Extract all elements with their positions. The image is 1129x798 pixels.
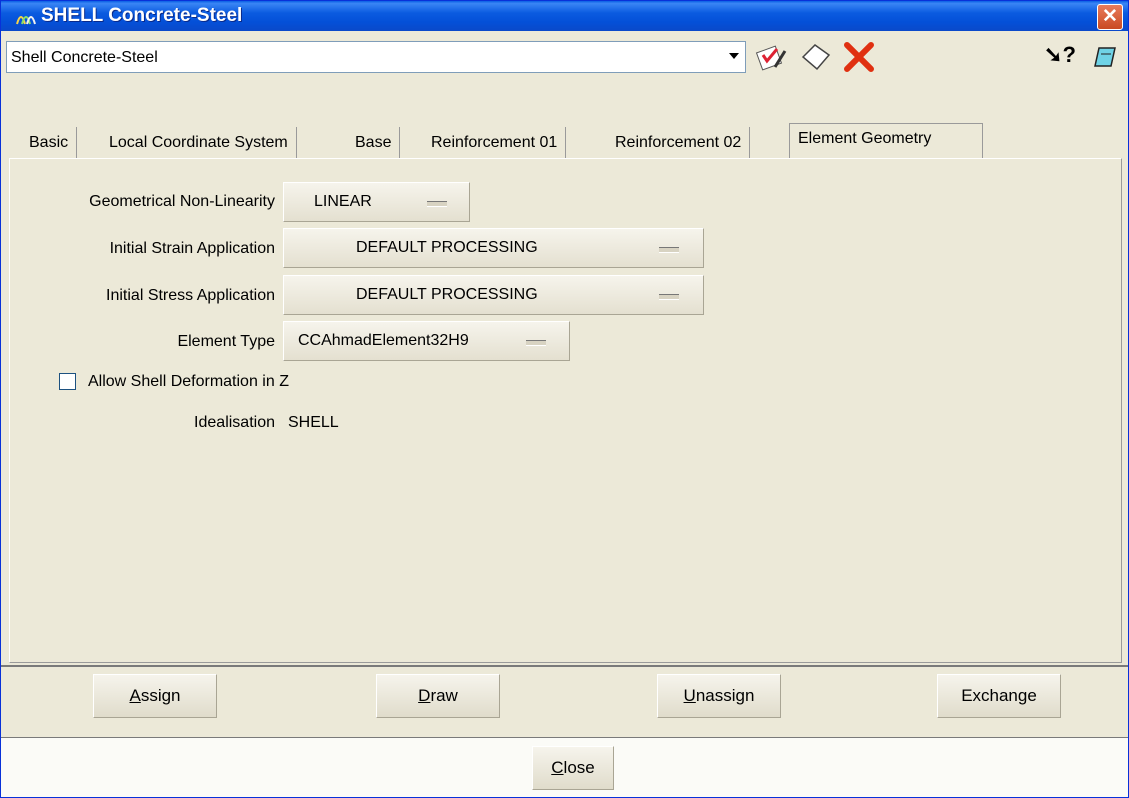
dropdown-indicator-icon bbox=[659, 247, 679, 253]
unassign-mnemonic: U bbox=[683, 686, 696, 705]
dropdown-indicator-icon bbox=[659, 294, 679, 300]
assign-button[interactable]: Assign bbox=[93, 674, 217, 718]
tab-reinforcement-02[interactable]: Reinforcement 02 bbox=[607, 127, 751, 159]
element-type-dropdown[interactable]: CCAhmadElement32H9 bbox=[283, 321, 570, 361]
idealisation-value: SHELL bbox=[288, 414, 339, 431]
tab-base[interactable]: Base bbox=[347, 127, 401, 159]
initial-strain-label: Initial Strain Application bbox=[109, 240, 275, 257]
unassign-label: nassign bbox=[695, 686, 755, 705]
dropdown-indicator-icon bbox=[526, 340, 546, 346]
geometrical-nonlinearity-label: Geometrical Non-Linearity bbox=[89, 193, 275, 210]
attribute-selector-combo[interactable]: Shell Concrete-Steel bbox=[6, 41, 746, 73]
tab-reinforcement-01[interactable]: Reinforcement 01 bbox=[423, 127, 567, 159]
window-title: SHELL Concrete-Steel bbox=[41, 5, 243, 26]
tab-basic[interactable]: Basic bbox=[21, 127, 78, 159]
dropdown-value: DEFAULT PROCESSING bbox=[356, 239, 538, 256]
arrow-question-icon: ➘ bbox=[1044, 42, 1063, 67]
allow-deformation-label: Allow Shell Deformation in Z bbox=[88, 373, 289, 390]
close-window-button[interactable]: ✕ bbox=[1097, 4, 1123, 30]
delete-button[interactable] bbox=[841, 41, 877, 73]
app-icon bbox=[15, 8, 37, 26]
combo-value: Shell Concrete-Steel bbox=[11, 49, 158, 66]
edit-button[interactable] bbox=[753, 41, 789, 73]
draw-button[interactable]: Draw bbox=[376, 674, 500, 718]
context-help-button[interactable]: ➘? bbox=[1044, 42, 1080, 72]
help-book-button[interactable] bbox=[1089, 42, 1119, 72]
assign-mnemonic: A bbox=[129, 686, 141, 705]
initial-stress-label: Initial Stress Application bbox=[106, 287, 275, 304]
allow-deformation-checkbox[interactable] bbox=[59, 373, 76, 390]
initial-strain-dropdown[interactable]: DEFAULT PROCESSING bbox=[283, 228, 704, 268]
close-label: lose bbox=[563, 758, 595, 777]
help-mark: ? bbox=[1062, 42, 1076, 67]
close-button[interactable]: Close bbox=[532, 746, 614, 790]
dropdown-value: LINEAR bbox=[314, 193, 372, 210]
draw-mnemonic: D bbox=[418, 686, 431, 705]
draw-label: raw bbox=[430, 686, 458, 705]
red-x-icon bbox=[844, 42, 874, 72]
element-type-label: Element Type bbox=[177, 333, 275, 350]
idealisation-label: Idealisation bbox=[194, 414, 275, 431]
geometrical-nonlinearity-dropdown[interactable]: LINEAR bbox=[283, 182, 470, 222]
new-button[interactable] bbox=[797, 41, 833, 73]
dropdown-value: DEFAULT PROCESSING bbox=[356, 286, 538, 303]
title-bar[interactable]: SHELL Concrete-Steel ✕ bbox=[1, 1, 1128, 31]
initial-stress-dropdown[interactable]: DEFAULT PROCESSING bbox=[283, 275, 704, 315]
pencil-check-icon bbox=[755, 45, 787, 71]
dropdown-indicator-icon bbox=[427, 201, 447, 207]
chevron-down-icon[interactable] bbox=[729, 53, 739, 59]
close-mnemonic: C bbox=[551, 758, 564, 777]
exchange-button[interactable]: Exchange bbox=[937, 674, 1061, 718]
close-icon: ✕ bbox=[1102, 6, 1118, 27]
dialog-window: SHELL Concrete-Steel ✕ Shell Concrete-St… bbox=[0, 0, 1129, 798]
tab-local-coordinate-system[interactable]: Local Coordinate System bbox=[101, 127, 297, 159]
dropdown-value: CCAhmadElement32H9 bbox=[298, 332, 469, 349]
blank-page-icon bbox=[801, 44, 831, 71]
tab-element-geometry[interactable]: Element Geometry bbox=[789, 123, 983, 159]
book-icon bbox=[1094, 47, 1116, 67]
assign-label: ssign bbox=[140, 686, 181, 705]
unassign-button[interactable]: Unassign bbox=[657, 674, 781, 718]
